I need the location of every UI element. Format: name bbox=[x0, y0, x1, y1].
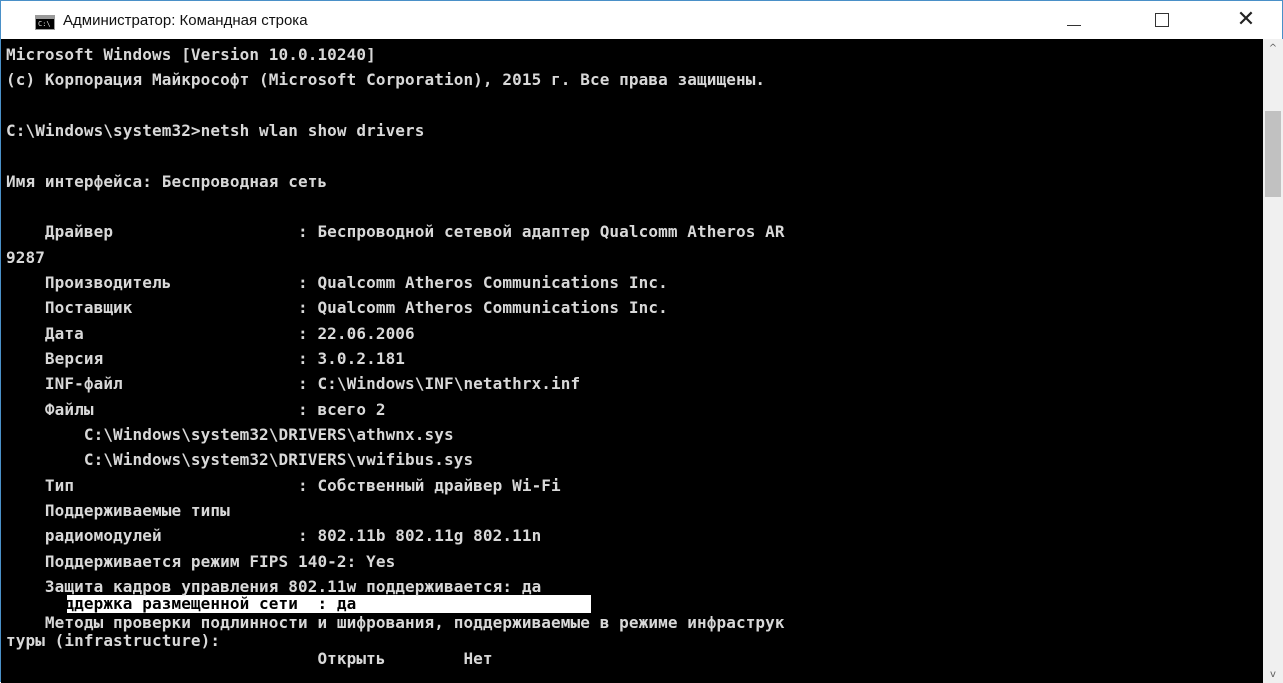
console-line: Тип : Собственный драйвер Wi-Fi bbox=[6, 476, 561, 495]
console-line: Версия : 3.0.2.181 bbox=[6, 349, 406, 368]
minimize-icon bbox=[1067, 24, 1081, 26]
scroll-up-button[interactable]: ^ bbox=[1263, 39, 1283, 57]
close-button[interactable]: ✕ bbox=[1223, 1, 1269, 39]
console-line: C:\Windows\system32\DRIVERS\athwnx.sys bbox=[6, 425, 454, 444]
console-line: Драйвер : Беспроводной сетевой адаптер Q… bbox=[6, 222, 785, 241]
console-line: Файлы : всего 2 bbox=[6, 400, 386, 419]
chevron-down-icon: v bbox=[1270, 668, 1276, 680]
console-line: Поддерживаемые типы bbox=[6, 501, 230, 520]
close-icon: ✕ bbox=[1236, 7, 1256, 32]
title-bar[interactable]: C:\ Администратор: Командная строка ✕ bbox=[1, 1, 1282, 39]
console-line: Производитель : Qualcomm Atheros Communi… bbox=[6, 273, 668, 292]
chevron-up-icon: ^ bbox=[1268, 42, 1278, 54]
console-line: Методы проверки подлинности и шифрования… bbox=[6, 613, 785, 632]
maximize-button[interactable] bbox=[1139, 1, 1185, 39]
console-line: C:\Windows\system32>netsh wlan show driv… bbox=[6, 121, 425, 140]
console-line: Имя интерфейса: Беспроводная сеть bbox=[6, 172, 328, 191]
console-line: Поставщик : Qualcomm Atheros Communicati… bbox=[6, 298, 668, 317]
console-line: C:\Windows\system32\DRIVERS\vwifibus.sys bbox=[6, 450, 474, 469]
console-line: Поддерживается режим FIPS 140-2: Yes bbox=[6, 552, 396, 571]
console-line: Дата : 22.06.2006 bbox=[6, 324, 415, 343]
cmd-app-icon[interactable]: C:\ bbox=[35, 15, 55, 30]
console-line: Microsoft Windows [Version 10.0.10240] bbox=[6, 45, 376, 64]
console-line: туры (infrastructure): bbox=[6, 631, 221, 650]
console-line: INF-файл : C:\Windows\INF\netathrx.inf bbox=[6, 374, 581, 393]
console-line: Защита кадров управления 802.11w поддерж… bbox=[6, 577, 542, 596]
window-title: Администратор: Командная строка bbox=[63, 12, 308, 29]
cmd-icon-label: C:\ bbox=[38, 20, 51, 28]
console-line: радиомодулей : 802.11b 802.11g 802.11n bbox=[6, 526, 542, 545]
scrollbar-thumb[interactable] bbox=[1265, 111, 1281, 197]
console-line: (c) Корпорация Майкрософт (Microsoft Cor… bbox=[6, 70, 766, 89]
console-line: 9287 bbox=[6, 248, 45, 267]
console-line: Открыть Нет bbox=[6, 649, 493, 668]
minimize-button[interactable] bbox=[1051, 1, 1097, 39]
scroll-down-button[interactable]: v bbox=[1263, 665, 1283, 683]
maximize-icon bbox=[1155, 13, 1169, 27]
console-output[interactable]: Microsoft Windows [Version 10.0.10240] (… bbox=[1, 39, 1263, 683]
vertical-scrollbar[interactable]: ^ v bbox=[1263, 39, 1283, 683]
console-line-highlighted: Поддержка размещенной сети : да bbox=[6, 594, 357, 613]
command-prompt-window: C:\ Администратор: Командная строка ✕ Mi… bbox=[0, 0, 1283, 683]
